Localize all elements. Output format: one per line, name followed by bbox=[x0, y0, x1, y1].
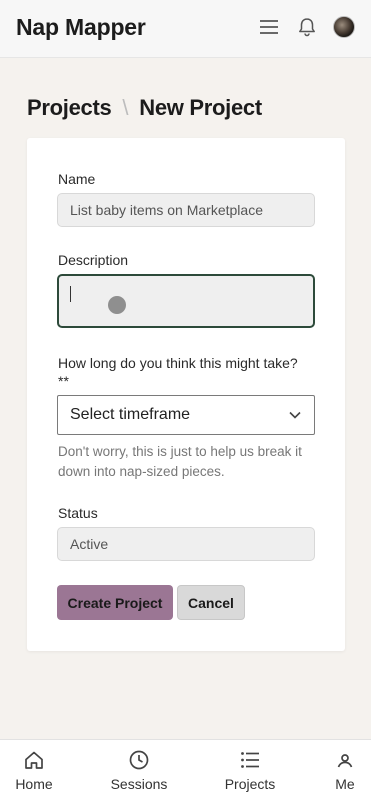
chevron-down-icon bbox=[289, 411, 301, 419]
nav-item-home[interactable]: Home bbox=[14, 740, 54, 800]
nav-label-me: Me bbox=[335, 776, 355, 792]
name-label: Name bbox=[58, 171, 96, 187]
text-caret bbox=[70, 286, 71, 302]
timeframe-label: How long do you think this might take? *… bbox=[58, 355, 298, 389]
bottom-nav: Home Sessions Projects Me bbox=[0, 739, 371, 800]
breadcrumb: Projects \ New Project bbox=[27, 93, 262, 123]
breadcrumb-separator: \ bbox=[122, 95, 129, 120]
list-icon bbox=[241, 752, 259, 768]
pointer-cursor bbox=[108, 296, 126, 314]
nav-label-projects: Projects bbox=[224, 776, 276, 792]
status-field-value: Active bbox=[70, 536, 109, 552]
status-label: Status bbox=[58, 505, 98, 521]
name-field[interactable]: List baby items on Marketplace bbox=[57, 193, 315, 227]
menu-icon[interactable] bbox=[258, 16, 280, 38]
timeframe-helper-text: Don't worry, this is just to help us bre… bbox=[58, 444, 302, 479]
app-title[interactable]: Nap Mapper bbox=[16, 14, 146, 41]
nav-label-home: Home bbox=[15, 776, 53, 792]
cancel-button[interactable]: Cancel bbox=[177, 585, 245, 620]
description-field[interactable] bbox=[57, 274, 315, 328]
status-field[interactable]: Active bbox=[57, 527, 315, 561]
name-field-value: List baby items on Marketplace bbox=[70, 202, 263, 218]
nav-item-projects[interactable]: Projects bbox=[221, 740, 279, 800]
home-icon bbox=[25, 751, 43, 769]
breadcrumb-projects-link[interactable]: Projects bbox=[27, 95, 112, 121]
create-project-button[interactable]: Create Project bbox=[57, 585, 173, 620]
clock-icon bbox=[129, 750, 149, 770]
person-icon bbox=[337, 754, 353, 768]
bell-icon[interactable] bbox=[296, 16, 318, 38]
nav-item-me[interactable]: Me bbox=[331, 740, 359, 800]
nav-item-sessions[interactable]: Sessions bbox=[108, 740, 170, 800]
avatar[interactable] bbox=[333, 16, 355, 38]
required-marker: ** bbox=[58, 373, 69, 389]
page-title: New Project bbox=[139, 95, 262, 120]
app-header: Nap Mapper bbox=[0, 0, 371, 58]
description-label: Description bbox=[58, 252, 129, 268]
nav-label-sessions: Sessions bbox=[110, 776, 168, 792]
timeframe-select[interactable]: Select timeframe bbox=[57, 395, 315, 435]
new-project-form: Name List baby items on Marketplace Desc… bbox=[27, 138, 345, 651]
timeframe-selected-value: Select timeframe bbox=[70, 406, 191, 423]
